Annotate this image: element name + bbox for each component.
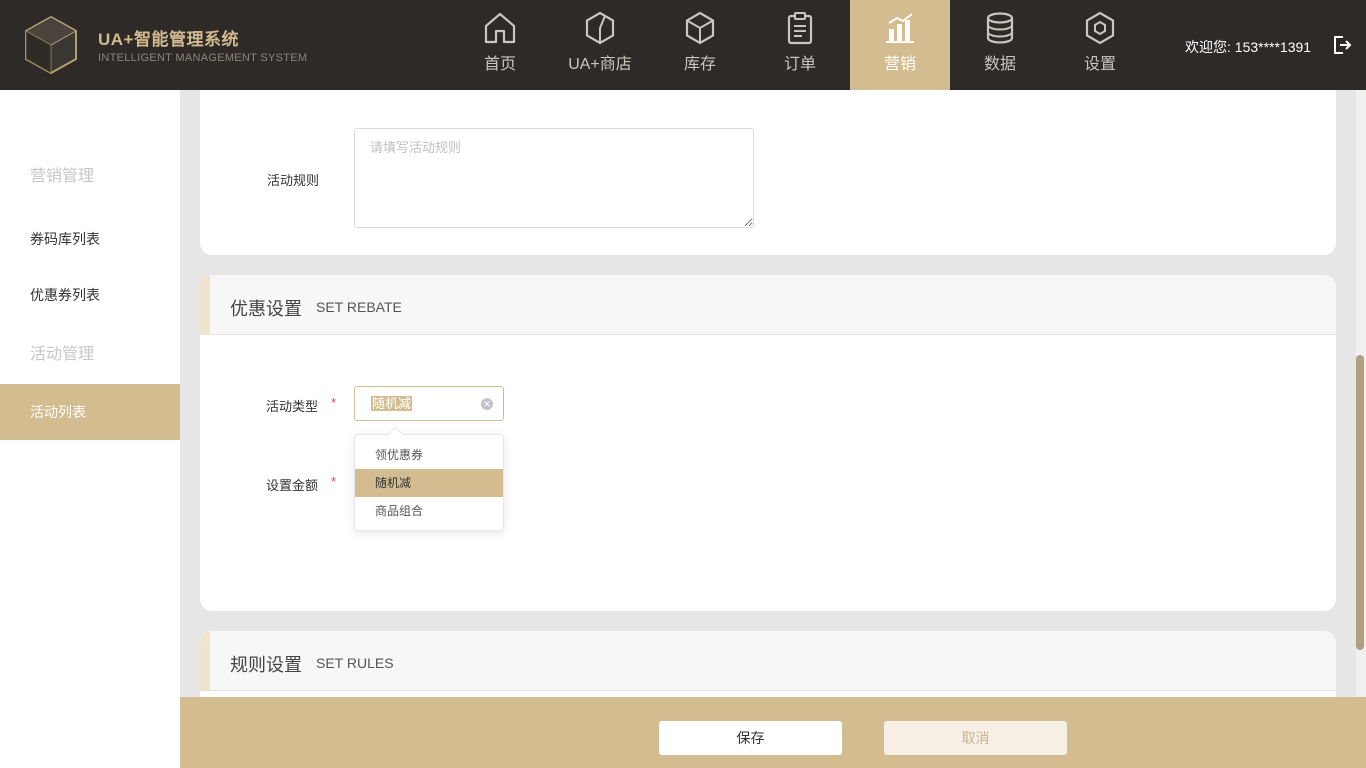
nav-inventory[interactable]: 库存 (650, 0, 750, 90)
nav-store-label: UA+商店 (568, 56, 632, 73)
nav-data[interactable]: 数据 (950, 0, 1050, 90)
activity-type-value: 随机减 (371, 396, 413, 411)
brand-title: UA+智能管理系统 (98, 30, 239, 49)
hexagon-gear-icon (1082, 10, 1118, 46)
logout-icon[interactable] (1331, 34, 1353, 56)
nav-orders-label: 订单 (783, 56, 816, 73)
required-mark: * (331, 395, 337, 410)
logo-icon (24, 15, 78, 75)
sidebar: 营销管理 券码库列表 优惠券列表 活动管理 活动列表 (0, 90, 180, 768)
nav-orders[interactable]: 订单 (750, 0, 850, 90)
nav-home-label: 首页 (483, 56, 516, 73)
clipboard-icon (782, 10, 818, 46)
nav-settings[interactable]: 设置 (1050, 0, 1150, 90)
cancel-button[interactable]: 取消 (884, 721, 1067, 755)
activity-rules-card: 活动规则 (200, 90, 1336, 255)
sidebar-item-coupon-codes[interactable]: 券码库列表 (30, 229, 100, 249)
home-icon (482, 10, 518, 46)
nav-marketing[interactable]: 营销 (850, 0, 950, 90)
rules-settings-title-en: SET RULES (316, 655, 394, 671)
scrollbar-thumb[interactable] (1356, 355, 1364, 650)
required-mark: * (331, 474, 337, 489)
save-button[interactable]: 保存 (659, 721, 842, 755)
footer-action-bar: 保存 取消 (180, 697, 1366, 768)
rebate-settings-title: 优惠设置 (230, 299, 302, 319)
rebate-settings-header: 优惠设置 SET REBATE (200, 275, 1336, 335)
clear-icon[interactable]: ✕ (481, 398, 493, 410)
sidebar-item-activity-list[interactable]: 活动列表 (0, 384, 180, 440)
rebate-settings-card: 优惠设置 SET REBATE 活动类型 * 随机减 ✕ 设置金额 * 领优惠券… (200, 275, 1336, 611)
sidebar-section-activities: 活动管理 (30, 346, 95, 363)
top-header: UA+智能管理系统 INTELLIGENT MANAGEMENT SYSTEM … (0, 0, 1366, 90)
rebate-settings-title-en: SET REBATE (316, 299, 402, 315)
database-icon (982, 10, 1018, 46)
nav-home[interactable]: 首页 (450, 0, 550, 90)
box-icon (682, 10, 718, 46)
activity-rules-label: 活动规则 (267, 173, 320, 188)
sidebar-item-coupons[interactable]: 优惠券列表 (30, 285, 100, 305)
set-amount-label: 设置金额 (266, 478, 319, 493)
activity-type-label: 活动类型 (266, 399, 319, 414)
nav-data-label: 数据 (983, 56, 1016, 73)
dropdown-option-product-bundle[interactable]: 商品组合 (355, 497, 503, 525)
nav-store[interactable]: UA+商店 (550, 0, 650, 90)
brand-subtitle: INTELLIGENT MANAGEMENT SYSTEM (98, 52, 308, 64)
nav-inventory-label: 库存 (683, 56, 716, 73)
activity-rules-textarea[interactable] (354, 128, 754, 228)
dropdown-option-random-discount[interactable]: 随机减 (355, 469, 503, 497)
welcome-text: 欢迎您: 153****1391 (1185, 39, 1312, 55)
dropdown-option-get-coupon[interactable]: 领优惠券 (355, 441, 503, 469)
activity-type-select[interactable]: 随机减 ✕ (354, 386, 504, 421)
activity-type-dropdown: 领优惠券 随机减 商品组合 (354, 434, 504, 531)
rules-settings-title: 规则设置 (230, 655, 302, 675)
nav-marketing-label: 营销 (883, 56, 916, 73)
main-nav: 首页 UA+商店 库存 订单 营销 数据 设置 (450, 0, 1150, 90)
rules-settings-header: 规则设置 SET RULES (200, 631, 1336, 691)
nav-settings-label: 设置 (1083, 56, 1116, 73)
sidebar-section-marketing: 营销管理 (30, 168, 95, 185)
chart-icon (882, 10, 918, 46)
store-icon (582, 10, 618, 46)
